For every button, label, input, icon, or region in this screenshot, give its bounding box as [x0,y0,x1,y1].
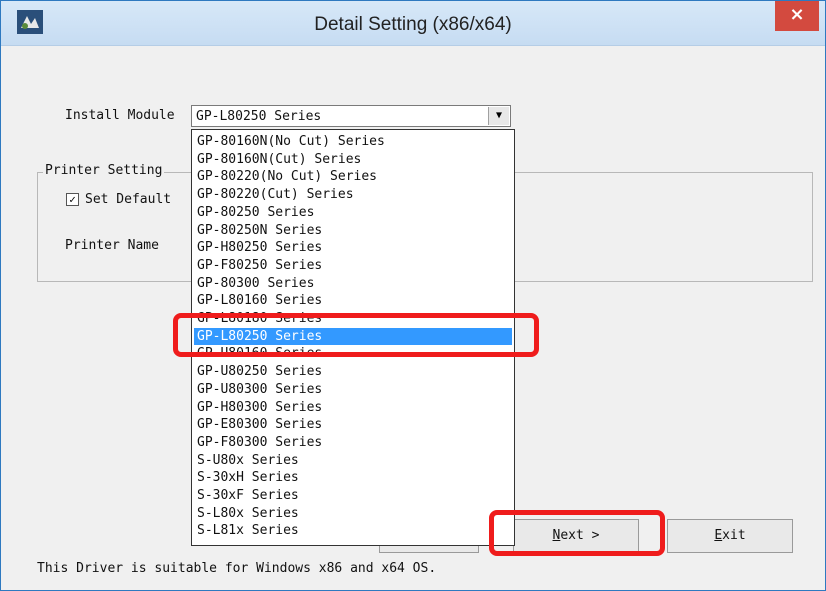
set-default-checkbox[interactable]: ✓ [66,193,79,206]
dropdown-item[interactable]: GP-E80300 Series [194,416,512,433]
window-title: Detail Setting (x86/x64) [314,14,512,35]
footer-note: This Driver is suitable for Windows x86 … [37,561,437,576]
dropdown-item[interactable]: GP-F80250 Series [194,257,512,274]
dropdown-item[interactable]: GP-H80250 Series [194,239,512,256]
dropdown-item[interactable]: S-30xH Series [194,469,512,486]
dropdown-item[interactable]: GP-80300 Series [194,275,512,292]
exit-button[interactable]: Exit [667,519,793,553]
install-module-label: Install Module [65,108,175,123]
dropdown-item[interactable]: GP-U80250 Series [194,363,512,380]
title-bar[interactable]: Detail Setting (x86/x64) × [1,1,825,46]
dropdown-item[interactable]: GP-U80160 Series [194,345,512,362]
dropdown-item-selected[interactable]: GP-L80250 Series [194,327,512,345]
dropdown-item[interactable]: GP-80160N(No Cut) Series [194,133,512,150]
dropdown-item[interactable]: GP-80220(No Cut) Series [194,168,512,185]
dropdown-item[interactable]: GP-L80180 Series [194,310,512,327]
close-button[interactable]: × [775,1,819,31]
printer-setting-title: Printer Setting [43,163,165,178]
detail-setting-window: Detail Setting (x86/x64) × Install Modul… [0,0,826,591]
dropdown-item[interactable]: GP-80250 Series [194,204,512,221]
install-module-dropdown-list[interactable]: GP-80160N(No Cut) Series GP-80160N(Cut) S… [191,129,515,546]
exit-button-mnemonic: E [714,528,723,543]
dropdown-item[interactable]: GP-L80160 Series [194,292,512,309]
dropdown-item[interactable]: GP-H80300 Series [194,399,512,416]
chevron-down-icon[interactable]: ▼ [488,107,509,125]
printer-name-label: Printer Name [65,238,159,253]
dropdown-item[interactable]: S-L80x Series [194,505,512,522]
dropdown-item[interactable]: S-30xF Series [194,487,512,504]
install-module-value: GP-L80250 Series [196,109,322,124]
install-module-select[interactable]: GP-L80250 Series ▼ [191,105,511,127]
exit-button-label: xit [722,528,746,543]
dropdown-item[interactable]: GP-80250N Series [194,222,512,239]
next-button-label: ext > [560,528,600,543]
dropdown-item[interactable]: GP-80220(Cut) Series [194,186,512,203]
set-default-label[interactable]: Set Default [85,192,171,207]
dropdown-item[interactable]: S-L81x Series [194,522,512,539]
dropdown-item[interactable]: GP-F80300 Series [194,434,512,451]
dropdown-item[interactable]: GP-80160N(Cut) Series [194,151,512,168]
next-button[interactable]: Next > [513,519,639,553]
dropdown-item[interactable]: S-U80x Series [194,452,512,469]
dropdown-item[interactable]: GP-U80300 Series [194,381,512,398]
